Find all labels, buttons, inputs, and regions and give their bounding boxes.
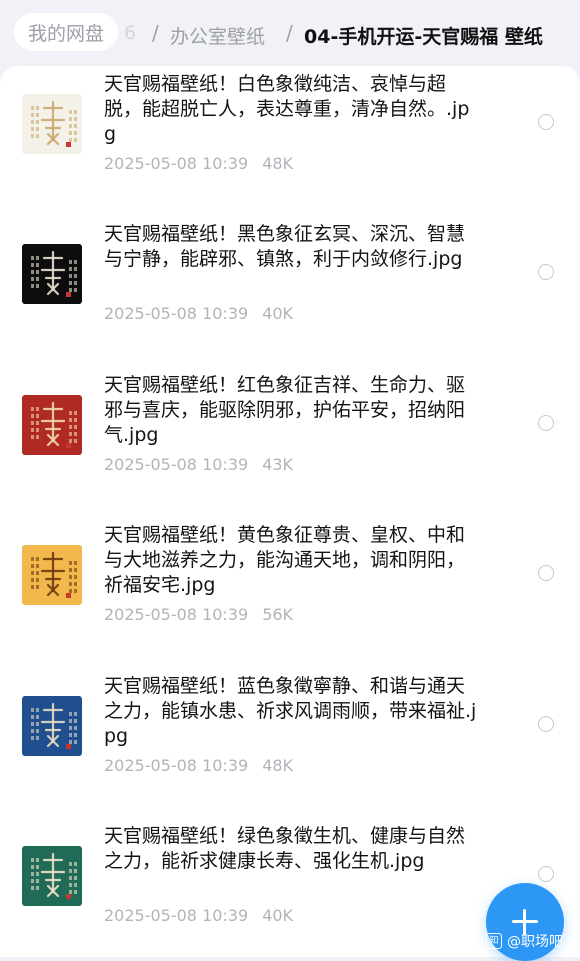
file-thumbnail [22, 846, 82, 906]
file-thumbnail [22, 545, 82, 605]
wallpaper-thumbnail-graphic [22, 395, 82, 455]
select-radio[interactable] [538, 716, 554, 732]
file-size: 48K [262, 154, 294, 173]
breadcrumb-separator: / [286, 21, 293, 45]
file-name: 天官赐福壁纸！黄色象征尊贵、皇权、中和与大地滋养之力，能沟通天地，调和阴阳，祈福… [104, 524, 466, 596]
zhihu-logo-icon: 知 [486, 933, 502, 949]
file-name: 天官赐福壁纸！绿色象徵生机、健康与自然之力，能祈求健康长寿、强化生机.jpg [104, 825, 466, 872]
file-thumbnail [22, 696, 82, 756]
select-radio[interactable] [538, 866, 554, 882]
file-name: 天官赐福壁纸！蓝色象徵寧静、和谐与通天之力，能镇水患、祈求风调雨顺，带来福祉.j… [104, 675, 477, 747]
select-radio[interactable] [538, 415, 554, 431]
file-row[interactable]: 天官赐福壁纸！白色象徵纯洁、哀悼与超脱，能超脱亡人，表达尊重，清净自然。.jpg… [0, 66, 580, 216]
file-meta: 2025-05-08 10:39 56K [104, 605, 293, 624]
file-meta: 2025-05-08 10:39 48K [104, 154, 293, 173]
wallpaper-thumbnail-graphic [22, 696, 82, 756]
file-date: 2025-05-08 10:39 [104, 756, 249, 775]
breadcrumb-folder[interactable]: 办公室壁纸 [170, 22, 265, 49]
file-row[interactable]: 天官赐福壁纸！黄色象征尊贵、皇权、中和与大地滋养之力，能沟通天地，调和阴阳，祈福… [0, 517, 580, 667]
wallpaper-thumbnail-graphic [22, 244, 82, 304]
file-size: 48K [262, 756, 294, 775]
file-date: 2025-05-08 10:39 [104, 906, 249, 925]
file-size: 40K [262, 906, 294, 925]
watermark-text: @职场吧 [507, 934, 563, 950]
select-radio[interactable] [538, 565, 554, 581]
breadcrumb-partial-folder[interactable]: 6 [124, 22, 136, 44]
breadcrumb-separator: / [152, 21, 159, 45]
wallpaper-thumbnail-graphic [22, 94, 82, 154]
breadcrumb-root[interactable]: 我的网盘 [14, 13, 119, 51]
file-name: 天官赐福壁纸！黑色象征玄冥、深沉、智慧与宁静，能辟邪、镇煞，利于内敛修行.jpg [104, 223, 466, 270]
file-meta: 2025-05-08 10:39 40K [104, 304, 293, 323]
file-meta: 2025-05-08 10:39 43K [104, 455, 293, 474]
file-name: 天官赐福壁纸！红色象征吉祥、生命力、驱邪与喜庆，能驱除阴邪，护佑平安，招纳阳气.… [104, 374, 466, 446]
file-name: 天官赐福壁纸！白色象徵纯洁、哀悼与超脱，能超脱亡人，表达尊重，清净自然。.jpg [104, 73, 470, 145]
breadcrumb-current-folder: 04-手机开运-天官赐福 壁纸 [304, 26, 543, 48]
file-date: 2025-05-08 10:39 [104, 455, 249, 474]
breadcrumb: 6 我的网盘 / 办公室壁纸 / 04-手机开运-天官赐福 壁纸 [0, 0, 580, 66]
file-meta: 2025-05-08 10:39 40K [104, 906, 293, 925]
file-row[interactable]: 天官赐福壁纸！蓝色象徵寧静、和谐与通天之力，能镇水患、祈求风调雨顺，带来福祉.j… [0, 668, 580, 818]
file-row[interactable]: 天官赐福壁纸！黑色象征玄冥、深沉、智慧与宁静，能辟邪、镇煞，利于内敛修行.jpg… [0, 216, 580, 366]
file-thumbnail [22, 94, 82, 154]
file-size: 56K [262, 605, 294, 624]
select-radio[interactable] [538, 114, 554, 130]
wallpaper-thumbnail-graphic [22, 545, 82, 605]
watermark: 知 @职场吧 [486, 930, 563, 952]
file-size: 40K [262, 304, 294, 323]
file-meta: 2025-05-08 10:39 48K [104, 756, 293, 775]
select-radio[interactable] [538, 264, 554, 280]
wallpaper-thumbnail-graphic [22, 846, 82, 906]
file-date: 2025-05-08 10:39 [104, 154, 249, 173]
file-date: 2025-05-08 10:39 [104, 605, 249, 624]
file-date: 2025-05-08 10:39 [104, 304, 249, 323]
file-size: 43K [262, 455, 294, 474]
file-thumbnail [22, 244, 82, 304]
file-row[interactable]: 天官赐福壁纸！红色象征吉祥、生命力、驱邪与喜庆，能驱除阴邪，护佑平安，招纳阳气.… [0, 367, 580, 517]
file-thumbnail [22, 395, 82, 455]
file-list: 天官赐福壁纸！白色象徵纯洁、哀悼与超脱，能超脱亡人，表达尊重，清净自然。.jpg… [0, 66, 580, 957]
